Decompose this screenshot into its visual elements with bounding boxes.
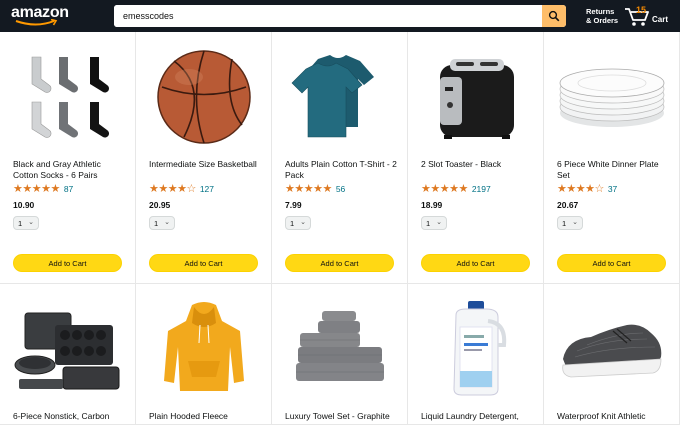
- add-to-cart-button[interactable]: Add to Cart: [421, 254, 530, 272]
- product-price: 20.67: [557, 200, 579, 210]
- product-rating[interactable]: ★★★★☆ 37: [557, 183, 617, 195]
- product-price: 10.90: [13, 200, 35, 210]
- product-rating[interactable]: ★★★★★ 56: [285, 183, 345, 195]
- review-count[interactable]: 87: [64, 184, 73, 194]
- review-count[interactable]: 56: [336, 184, 345, 194]
- quantity-select[interactable]: 1 ⌄: [13, 216, 39, 230]
- search-bar: [114, 5, 566, 27]
- product-card: Luxury Towel Set - Graphite: [272, 284, 408, 425]
- product-name[interactable]: Black and Gray Athletic Cotton Socks - 6…: [13, 159, 125, 181]
- rating-stars: ★★★★★: [13, 183, 60, 195]
- chevron-down-icon: ⌄: [28, 219, 34, 226]
- product-name[interactable]: Plain Hooded Fleece: [149, 411, 269, 422]
- product-name[interactable]: Luxury Towel Set - Graphite: [285, 411, 405, 422]
- quantity-value: 1: [290, 218, 295, 228]
- product-name[interactable]: Adults Plain Cotton T-Shirt - 2 Pack: [285, 159, 397, 181]
- returns-line1: Returns: [586, 7, 615, 16]
- hoodie-image[interactable]: [148, 294, 260, 404]
- chevron-down-icon: ⌄: [572, 219, 578, 226]
- chevron-down-icon: ⌄: [164, 219, 170, 226]
- product-rating[interactable]: ★★★★★ 2197: [421, 183, 491, 195]
- socks-image[interactable]: [12, 42, 124, 152]
- chevron-down-icon: ⌄: [300, 219, 306, 226]
- towels-image[interactable]: [284, 294, 396, 404]
- product-grid: Black and Gray Athletic Cotton Socks - 6…: [0, 32, 680, 425]
- product-name[interactable]: Liquid Laundry Detergent,: [421, 411, 541, 422]
- product-price: 18.99: [421, 200, 443, 210]
- rating-stars: ★★★★★: [421, 183, 468, 195]
- quantity-value: 1: [18, 218, 23, 228]
- product-rating[interactable]: ★★★★☆ 127: [149, 183, 214, 195]
- quantity-select[interactable]: 1 ⌄: [149, 216, 175, 230]
- chevron-down-icon: ⌄: [436, 219, 442, 226]
- product-card: Waterproof Knit Athletic: [544, 284, 680, 425]
- quantity-value: 1: [154, 218, 159, 228]
- returns-orders-link[interactable]: Returns & Orders: [586, 7, 618, 25]
- rating-stars: ★★★★☆: [557, 183, 604, 195]
- product-rating[interactable]: ★★★★★ 87: [13, 183, 73, 195]
- quantity-select[interactable]: 1 ⌄: [421, 216, 447, 230]
- product-price: 20.95: [149, 200, 171, 210]
- add-to-cart-button[interactable]: Add to Cart: [557, 254, 666, 272]
- tshirt-image[interactable]: [284, 42, 396, 152]
- product-card: Plain Hooded Fleece: [136, 284, 272, 425]
- search-button[interactable]: [542, 5, 566, 27]
- search-input[interactable]: [114, 5, 542, 27]
- product-price: 7.99: [285, 200, 302, 210]
- review-count[interactable]: 2197: [472, 184, 491, 194]
- cart-link[interactable]: 15 Cart: [624, 4, 672, 28]
- review-count[interactable]: 127: [200, 184, 214, 194]
- product-name[interactable]: Intermediate Size Basketball: [149, 159, 261, 170]
- amazon-logo[interactable]: amazon: [11, 5, 69, 27]
- quantity-value: 1: [426, 218, 431, 228]
- add-to-cart-button[interactable]: Add to Cart: [285, 254, 394, 272]
- product-card: 2 Slot Toaster - Black ★★★★★ 2197 18.99 …: [408, 32, 544, 284]
- product-name[interactable]: 6-Piece Nonstick, Carbon: [13, 411, 133, 422]
- basketball-image[interactable]: [148, 42, 260, 152]
- logo-smile-icon: [15, 19, 58, 26]
- search-icon: [548, 10, 560, 22]
- returns-line2: & Orders: [586, 16, 619, 25]
- shoe-image[interactable]: [556, 294, 668, 404]
- rating-stars: ★★★★☆: [149, 183, 196, 195]
- rating-stars: ★★★★★: [285, 183, 332, 195]
- toaster-image[interactable]: [420, 42, 532, 152]
- top-navbar: amazon Returns & Orders 15 Cart: [0, 0, 680, 32]
- cart-count: 15: [636, 5, 647, 15]
- product-card: Black and Gray Athletic Cotton Socks - 6…: [0, 32, 136, 284]
- quantity-select[interactable]: 1 ⌄: [557, 216, 583, 230]
- product-card: Liquid Laundry Detergent,: [408, 284, 544, 425]
- bakeware-image[interactable]: [12, 294, 124, 404]
- product-card: Intermediate Size Basketball ★★★★☆ 127 2…: [136, 32, 272, 284]
- product-name[interactable]: 2 Slot Toaster - Black: [421, 159, 533, 170]
- review-count[interactable]: 37: [608, 184, 617, 194]
- product-card: 6 Piece White Dinner Plate Set ★★★★☆ 37 …: [544, 32, 680, 284]
- detergent-image[interactable]: [420, 294, 532, 404]
- add-to-cart-button[interactable]: Add to Cart: [149, 254, 258, 272]
- cart-label: Cart: [652, 15, 669, 24]
- product-name[interactable]: Waterproof Knit Athletic: [557, 411, 677, 422]
- add-to-cart-button[interactable]: Add to Cart: [13, 254, 122, 272]
- product-name[interactable]: 6 Piece White Dinner Plate Set: [557, 159, 669, 181]
- product-card: Adults Plain Cotton T-Shirt - 2 Pack ★★★…: [272, 32, 408, 284]
- product-card: 6-Piece Nonstick, Carbon: [0, 284, 136, 425]
- quantity-select[interactable]: 1 ⌄: [285, 216, 311, 230]
- plates-image[interactable]: [556, 42, 668, 152]
- quantity-value: 1: [562, 218, 567, 228]
